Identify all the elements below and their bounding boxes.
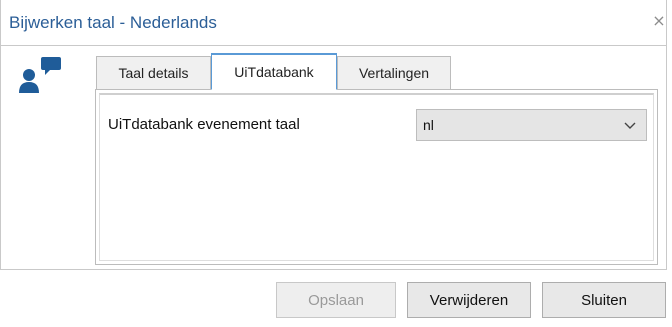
chevron-down-icon bbox=[624, 122, 636, 129]
close-button[interactable]: Sluiten bbox=[542, 282, 666, 318]
delete-button[interactable]: Verwijderen bbox=[407, 282, 531, 318]
update-language-dialog: Bijwerken taal - Nederlands × Taal detai… bbox=[0, 0, 672, 327]
event-language-label: UiTdatabank evenement taal bbox=[108, 116, 300, 133]
tab-taal-details[interactable]: Taal details bbox=[96, 56, 211, 89]
event-language-select-value: nl bbox=[423, 117, 434, 133]
close-icon[interactable]: × bbox=[650, 12, 668, 30]
dialog-title: Bijwerken taal - Nederlands bbox=[9, 13, 217, 32]
title-divider bbox=[0, 45, 667, 46]
tab-uitdatabank[interactable]: UiTdatabank bbox=[211, 53, 337, 90]
chat-person-icon bbox=[19, 57, 61, 93]
tab-vertalingen[interactable]: Vertalingen bbox=[337, 56, 451, 89]
event-language-select[interactable]: nl bbox=[416, 109, 647, 141]
save-button[interactable]: Opslaan bbox=[276, 282, 396, 318]
